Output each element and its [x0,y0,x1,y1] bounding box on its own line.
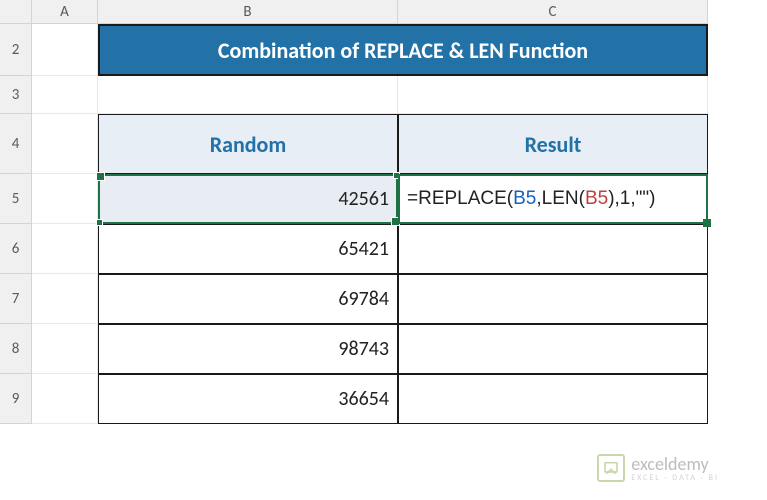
watermark-tagline: EXCEL · DATA · BI [631,474,719,482]
watermark-brand: exceldemy [631,455,719,473]
cell-c7[interactable] [398,274,708,324]
cell-a9[interactable] [32,374,98,424]
cell-a4[interactable] [32,114,98,174]
cell-c6[interactable] [398,224,708,274]
cell-c9[interactable] [398,374,708,424]
cell-c5[interactable]: =REPLACE(B5,LEN(B5),1,"") [398,174,708,224]
cell-b6[interactable]: 65421 [98,224,398,274]
header-random[interactable]: Random [98,114,398,174]
header-result[interactable]: Result [398,114,708,174]
cell-a5[interactable] [32,174,98,224]
cell-a7[interactable] [32,274,98,324]
col-header-b[interactable]: B [98,0,398,24]
row-header-7[interactable]: 7 [0,274,32,324]
cell-b8[interactable]: 98743 [98,324,398,374]
col-header-a[interactable]: A [32,0,98,24]
cell-b9[interactable]: 36654 [98,374,398,424]
row-header-4[interactable]: 4 [0,114,32,174]
row-header-6[interactable]: 6 [0,224,32,274]
spreadsheet-grid: A B C 2 Combination of REPLACE & LEN Fun… [0,0,767,424]
title-banner: Combination of REPLACE & LEN Function [98,24,708,76]
cell-c8[interactable] [398,324,708,374]
cell-a2[interactable] [32,24,98,76]
row-header-8[interactable]: 8 [0,324,32,374]
watermark-logo-icon [597,454,625,482]
select-all-corner[interactable] [0,0,32,24]
cell-b5[interactable]: 42561 [98,174,398,224]
cell-b3[interactable] [98,76,398,114]
row-header-2[interactable]: 2 [0,24,32,76]
cell-a8[interactable] [32,324,98,374]
cell-a6[interactable] [32,224,98,274]
row-header-9[interactable]: 9 [0,374,32,424]
cell-b7[interactable]: 69784 [98,274,398,324]
cell-a3[interactable] [32,76,98,114]
row-header-5[interactable]: 5 [0,174,32,224]
col-header-c[interactable]: C [398,0,708,24]
row-header-3[interactable]: 3 [0,76,32,114]
watermark: exceldemy EXCEL · DATA · BI [597,454,719,482]
cell-c3[interactable] [398,76,708,114]
formula-text: =REPLACE(B5,LEN(B5),1,"") [407,188,655,210]
